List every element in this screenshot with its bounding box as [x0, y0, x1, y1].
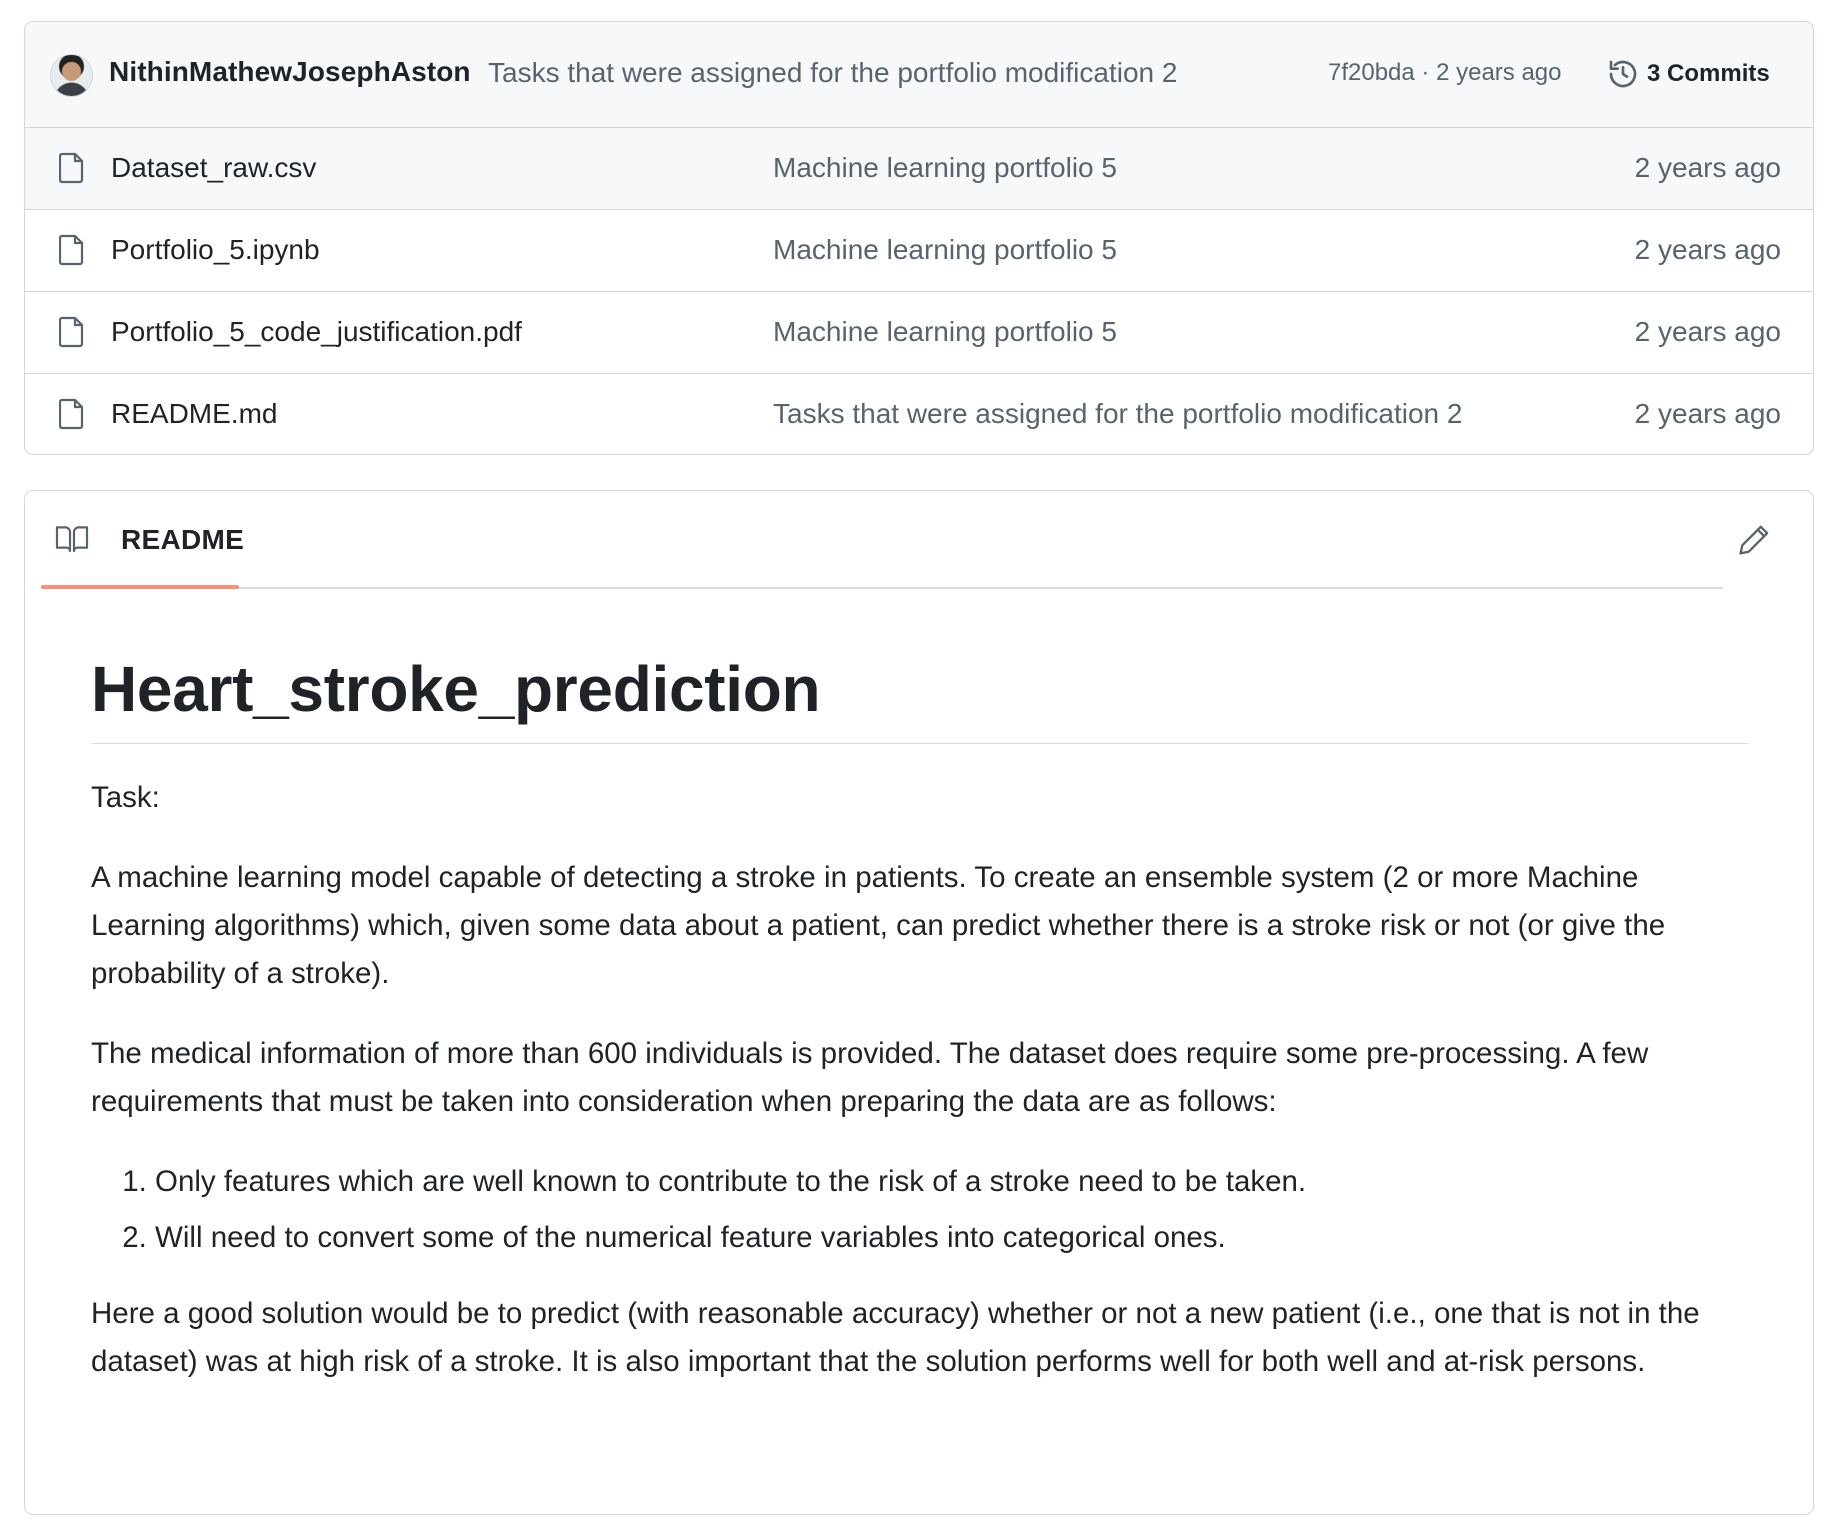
readme-panel: README Heart_stroke_prediction Task: A m…: [24, 490, 1814, 1515]
file-name-link[interactable]: Portfolio_5_code_justification.pdf: [111, 316, 522, 348]
file-row[interactable]: Dataset_raw.csv Machine learning portfol…: [25, 128, 1813, 210]
file-name-link[interactable]: Portfolio_5.ipynb: [111, 234, 320, 266]
file-commit-message-link[interactable]: Machine learning portfolio 5: [773, 316, 1117, 348]
file-icon: [59, 316, 84, 348]
file-icon: [59, 234, 84, 266]
file-commit-message-link[interactable]: Machine learning portfolio 5: [773, 152, 1117, 184]
latest-commit-bar: NithinMathewJosephAston Tasks that were …: [25, 22, 1813, 128]
file-commit-date: 2 years ago: [1634, 152, 1781, 183]
list-item: Only features which are well known to co…: [155, 1158, 1749, 1206]
commits-count-label: 3 Commits: [1647, 60, 1770, 87]
file-commit-date: 2 years ago: [1634, 234, 1781, 265]
avatar[interactable]: [50, 54, 93, 97]
readme-paragraph: The medical information of more than 600…: [91, 1037, 1649, 1118]
readme-paragraph: Here a good solution would be to predict…: [91, 1297, 1700, 1378]
commit-sha-and-time[interactable]: 7f20bda · 2 years ago: [1328, 59, 1562, 87]
active-tab-indicator: [41, 585, 239, 589]
readme-tab[interactable]: README: [41, 491, 244, 589]
task-label: Task:: [91, 781, 160, 814]
commit-message-link[interactable]: Tasks that were assigned for the portfol…: [488, 57, 1177, 89]
pencil-icon[interactable]: [1737, 523, 1771, 557]
file-commit-message-link[interactable]: Machine learning portfolio 5: [773, 234, 1117, 266]
file-row[interactable]: Portfolio_5.ipynb Machine learning portf…: [25, 210, 1813, 292]
file-name-link[interactable]: Dataset_raw.csv: [111, 152, 316, 184]
page: NithinMathewJosephAston Tasks that were …: [0, 0, 1832, 1540]
file-name-link[interactable]: README.md: [111, 398, 277, 430]
file-row[interactable]: README.md Tasks that were assigned for t…: [25, 374, 1813, 454]
readme-paragraph: A machine learning model capable of dete…: [91, 861, 1666, 990]
readme-content: Heart_stroke_prediction Task: A machine …: [91, 655, 1749, 1386]
list-item: Will need to convert some of the numeric…: [155, 1214, 1749, 1262]
readme-tab-label: README: [121, 524, 245, 555]
history-icon: [1609, 60, 1637, 88]
readme-header-divider: [41, 587, 1723, 589]
file-icon: [59, 398, 84, 430]
file-row[interactable]: Portfolio_5_code_justification.pdf Machi…: [25, 292, 1813, 374]
file-commit-date: 2 years ago: [1634, 316, 1781, 347]
readme-header: README: [25, 491, 1813, 589]
commit-author-link[interactable]: NithinMathewJosephAston: [109, 56, 471, 88]
book-icon: [55, 526, 89, 553]
file-icon: [59, 152, 84, 184]
file-commit-date: 2 years ago: [1634, 398, 1781, 429]
commits-history-button[interactable]: 3 Commits: [1607, 50, 1770, 98]
requirements-list: Only features which are well known to co…: [91, 1158, 1749, 1262]
readme-title: Heart_stroke_prediction: [91, 655, 1749, 744]
file-table: NithinMathewJosephAston Tasks that were …: [24, 21, 1814, 455]
file-commit-message-link[interactable]: Tasks that were assigned for the portfol…: [773, 398, 1462, 430]
